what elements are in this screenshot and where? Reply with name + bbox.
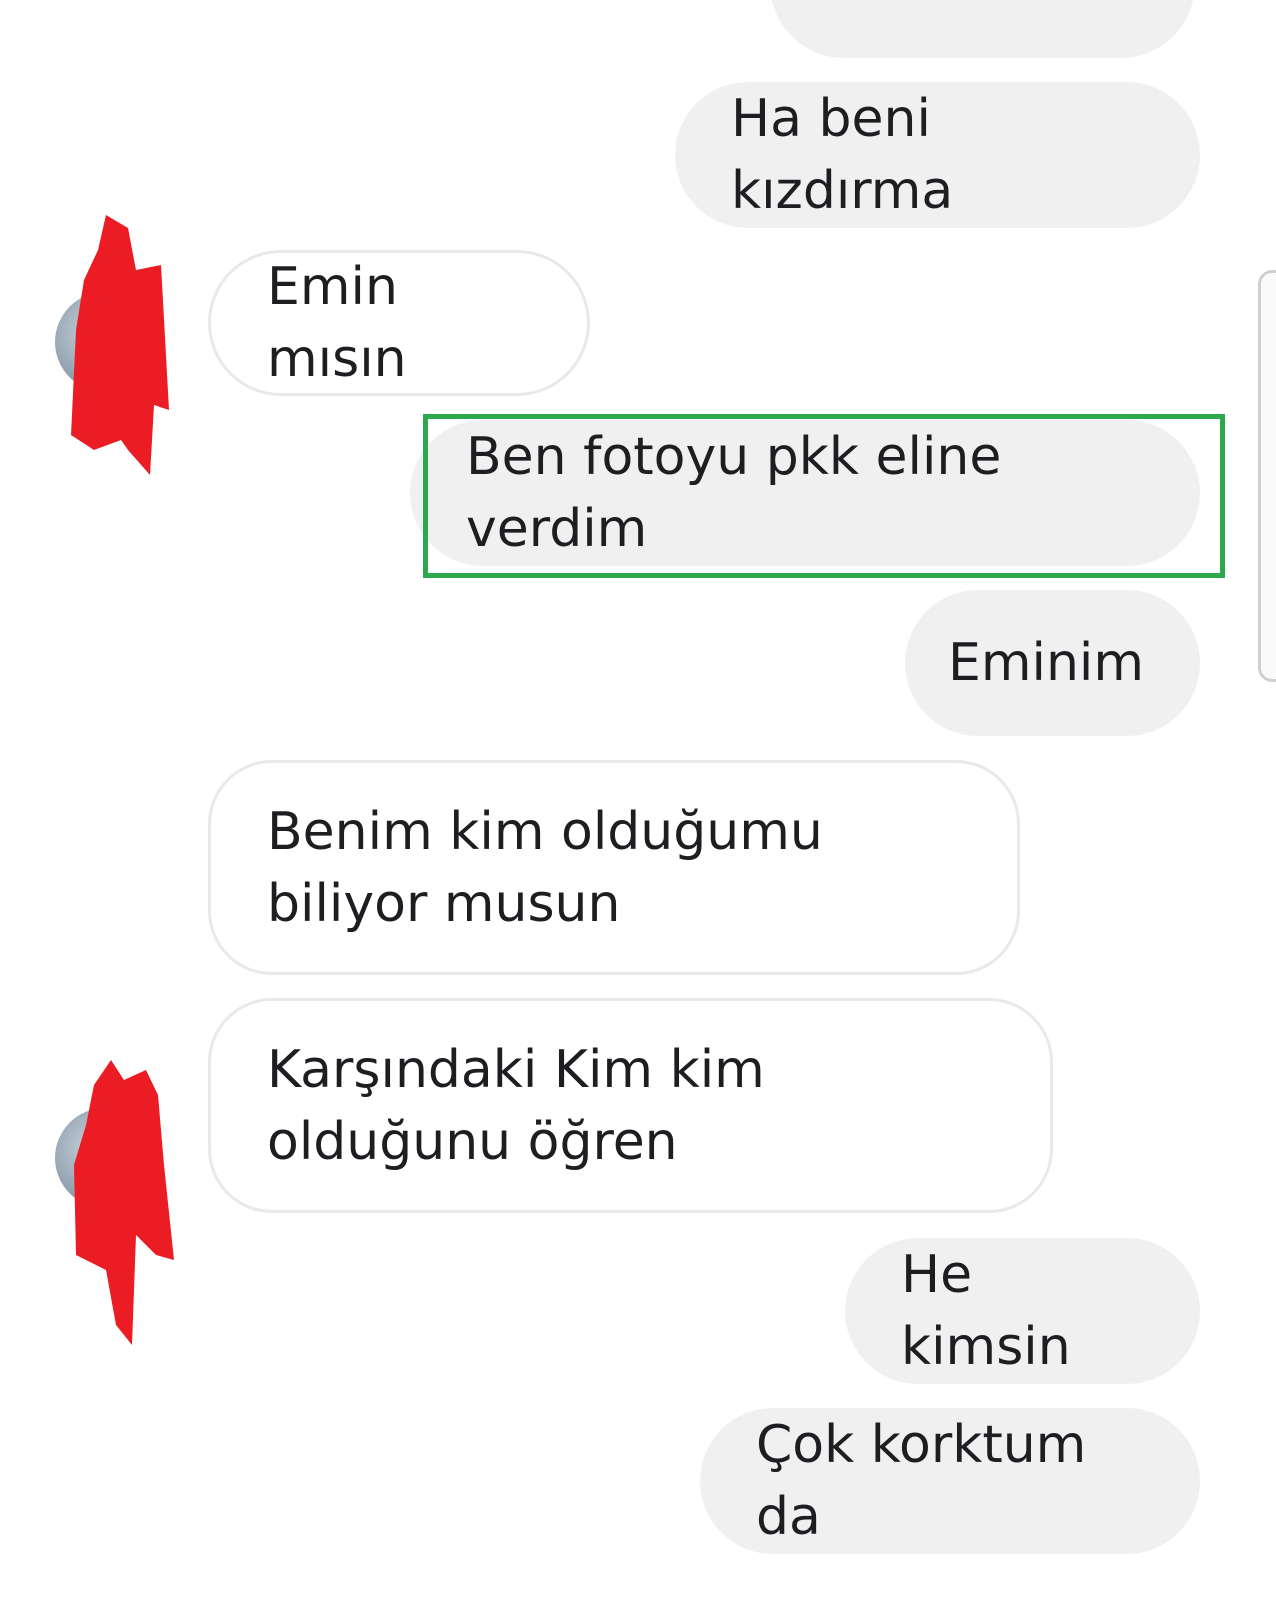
message-bubble-sent[interactable]: Çok korktum da [700, 1408, 1200, 1554]
message-bubble-sent[interactable]: Eminim [905, 590, 1200, 736]
message-text: Benim kim olduğumu biliyor musun [267, 801, 823, 934]
message-bubble-received[interactable]: Benim kim olduğumu biliyor musun [208, 760, 1020, 975]
message-text: Ben fotoyu pkk eline verdim [466, 427, 1002, 559]
message-bubble-partial[interactable] [770, 0, 1195, 58]
redaction-scribble [74, 1060, 174, 1345]
message-bubble-sent[interactable]: He kimsin [845, 1238, 1200, 1384]
message-text: Karşındaki Kim kim olduğunu öğren [267, 1039, 765, 1172]
message-bubble-received[interactable]: Emin mısın [208, 250, 590, 396]
message-bubble-received[interactable]: Karşındaki Kim kim olduğunu öğren [208, 998, 1053, 1213]
message-text: Eminim [947, 633, 1144, 693]
message-text: Çok korktum da [756, 1415, 1087, 1547]
redaction-scribble [71, 215, 169, 475]
message-text: He kimsin [901, 1245, 1071, 1377]
message-text: Emin mısın [267, 257, 407, 389]
message-thread[interactable]: Ha beni kızdırma Emin mısın Ben fotoyu p… [0, 0, 1276, 1600]
message-bubble-sent[interactable]: Ben fotoyu pkk eline verdim [410, 420, 1200, 566]
scrollbar-handle[interactable] [1258, 270, 1276, 682]
message-bubble-sent[interactable]: Ha beni kızdırma [675, 82, 1200, 228]
message-text: Ha beni kızdırma [731, 89, 954, 221]
